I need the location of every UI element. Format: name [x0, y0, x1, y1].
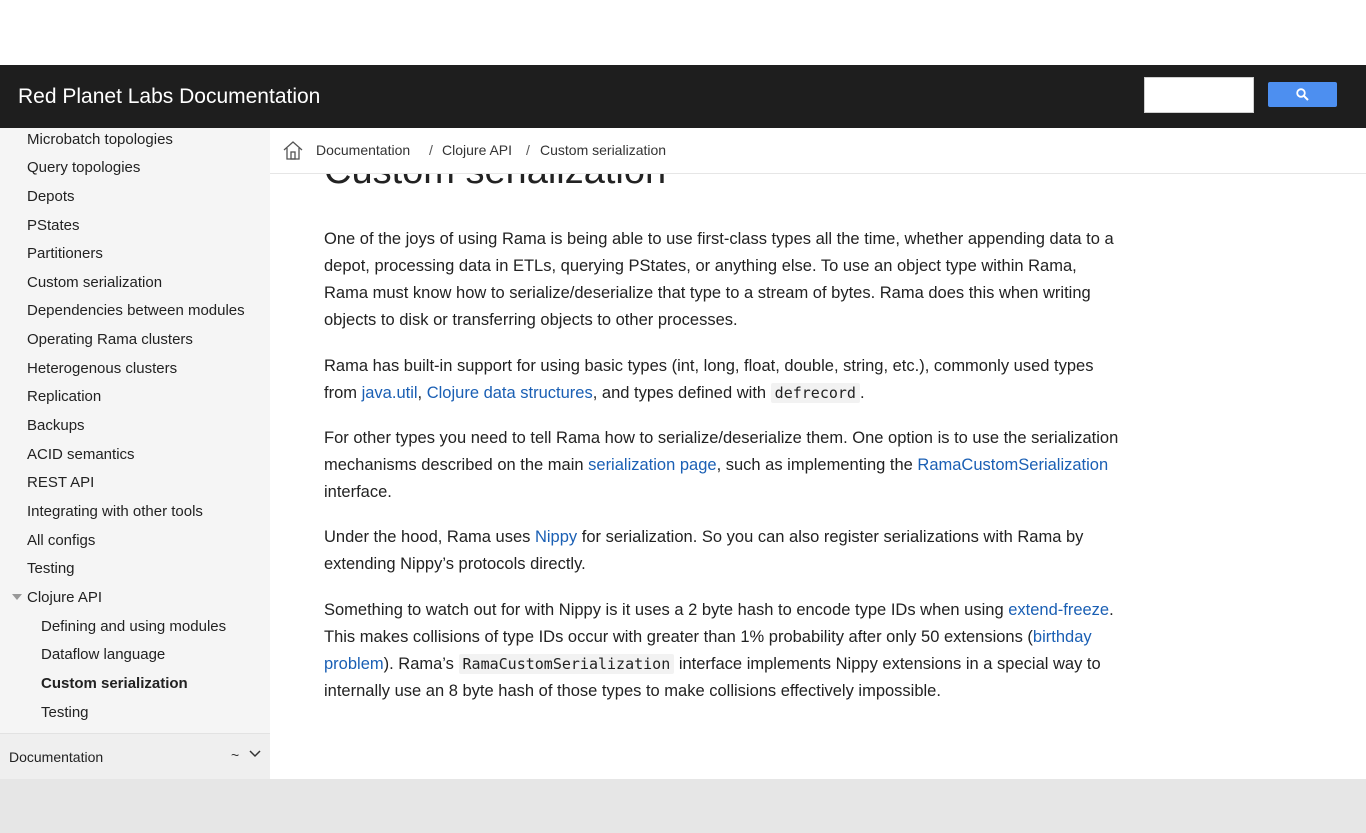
sidebar-item-heterogenous-clusters[interactable]: Heterogenous clusters	[27, 360, 177, 377]
breadcrumb-documentation[interactable]: Documentation	[316, 142, 410, 158]
sidebar-item-integrating-with-other-tools[interactable]: Integrating with other tools	[27, 503, 203, 520]
paragraph-builtin-support: Rama has built-in support for using basi…	[324, 353, 1119, 407]
top-blank-area	[0, 0, 1366, 65]
nippy-link[interactable]: Nippy	[535, 528, 577, 546]
site-title[interactable]: Red Planet Labs Documentation	[18, 85, 320, 109]
component-name: Documentation	[9, 749, 104, 765]
sidebar-item-clojure-api[interactable]: Clojure API	[27, 589, 102, 606]
breadcrumb-separator: /	[429, 142, 433, 158]
version-label: ~	[231, 747, 240, 763]
sidebar-item-acid-semantics[interactable]: ACID semantics	[27, 446, 135, 463]
extend-freeze-link[interactable]: extend-freeze	[1008, 601, 1109, 619]
clojure-data-structures-link[interactable]: Clojure data structures	[427, 384, 593, 402]
sidebar-subitem-defining-and-using-modules[interactable]: Defining and using modules	[41, 618, 226, 635]
breadcrumb-custom-serialization: Custom serialization	[540, 142, 667, 158]
bottom-bar	[0, 779, 1366, 833]
sidebar-item-rest-api[interactable]: REST API	[27, 474, 94, 491]
sidebar-item-partitioners[interactable]: Partitioners	[27, 245, 103, 262]
rama-custom-serialization-code: RamaCustomSerialization	[458, 654, 675, 674]
text: Under the hood, Rama uses	[324, 528, 535, 546]
chevron-down-icon	[249, 750, 261, 758]
search-input[interactable]	[1144, 77, 1254, 113]
paragraph-intro: One of the joys of using Rama is being a…	[324, 230, 1114, 329]
component-version-selector[interactable]: Documentation ~	[0, 733, 270, 779]
sidebar-item-custom-serialization[interactable]: Custom serialization	[27, 274, 162, 291]
sidebar-item-depots[interactable]: Depots	[27, 188, 75, 205]
main-content: Custom serialization One of the joys of …	[270, 128, 1366, 779]
sidebar-item-backups[interactable]: Backups	[27, 417, 85, 434]
text: .	[859, 384, 865, 402]
paragraph-other-types: For other types you need to tell Rama ho…	[324, 425, 1119, 506]
sidebar-item-dependencies-between-modules[interactable]: Dependencies between modules	[27, 302, 245, 319]
sidebar-item-pstates[interactable]: PStates	[27, 217, 80, 234]
home-icon[interactable]	[283, 141, 303, 160]
text: Something to watch out for with Nippy is…	[324, 601, 1009, 619]
sidebar-item-replication[interactable]: Replication	[27, 388, 101, 405]
sidebar-nav: Microbatch topologies Query topologies D…	[0, 128, 270, 779]
text: ). Rama’s	[383, 655, 459, 673]
rama-custom-serialization-link[interactable]: RamaCustomSerialization	[917, 456, 1108, 474]
text: interface.	[324, 483, 392, 501]
text: ,	[417, 384, 427, 402]
breadcrumb-clojure-api[interactable]: Clojure API	[442, 142, 512, 158]
search-button[interactable]	[1268, 82, 1337, 107]
paragraph-nippy: Under the hood, Rama uses Nippy for seri…	[324, 524, 1119, 578]
sidebar-item-testing[interactable]: Testing	[27, 560, 75, 577]
sidebar-item-query-topologies[interactable]: Query topologies	[27, 159, 140, 176]
caret-down-icon[interactable]	[12, 594, 22, 600]
text: , such as implementing the	[716, 456, 918, 474]
sidebar-item-operating-rama-clusters[interactable]: Operating Rama clusters	[27, 331, 193, 348]
sidebar-subitem-testing[interactable]: Testing	[41, 704, 89, 721]
sidebar-subitem-dataflow-language[interactable]: Dataflow language	[41, 646, 165, 663]
breadcrumb: Documentation / Clojure API / Custom ser…	[270, 128, 1366, 174]
text: , and types defined with	[592, 384, 771, 402]
paragraph-hash-collisions: Something to watch out for with Nippy is…	[324, 597, 1119, 705]
sidebar-subitem-custom-serialization[interactable]: Custom serialization	[41, 675, 188, 692]
serialization-page-link[interactable]: serialization page	[588, 456, 716, 474]
sidebar-item-microbatch-topologies[interactable]: Microbatch topologies	[27, 131, 173, 148]
top-navbar: Red Planet Labs Documentation	[0, 65, 1366, 128]
breadcrumb-separator: /	[526, 142, 530, 158]
search-icon	[1296, 88, 1309, 101]
java-util-link[interactable]: java.util	[362, 384, 418, 402]
sidebar-item-all-configs[interactable]: All configs	[27, 532, 95, 549]
defrecord-code: defrecord	[770, 383, 860, 403]
